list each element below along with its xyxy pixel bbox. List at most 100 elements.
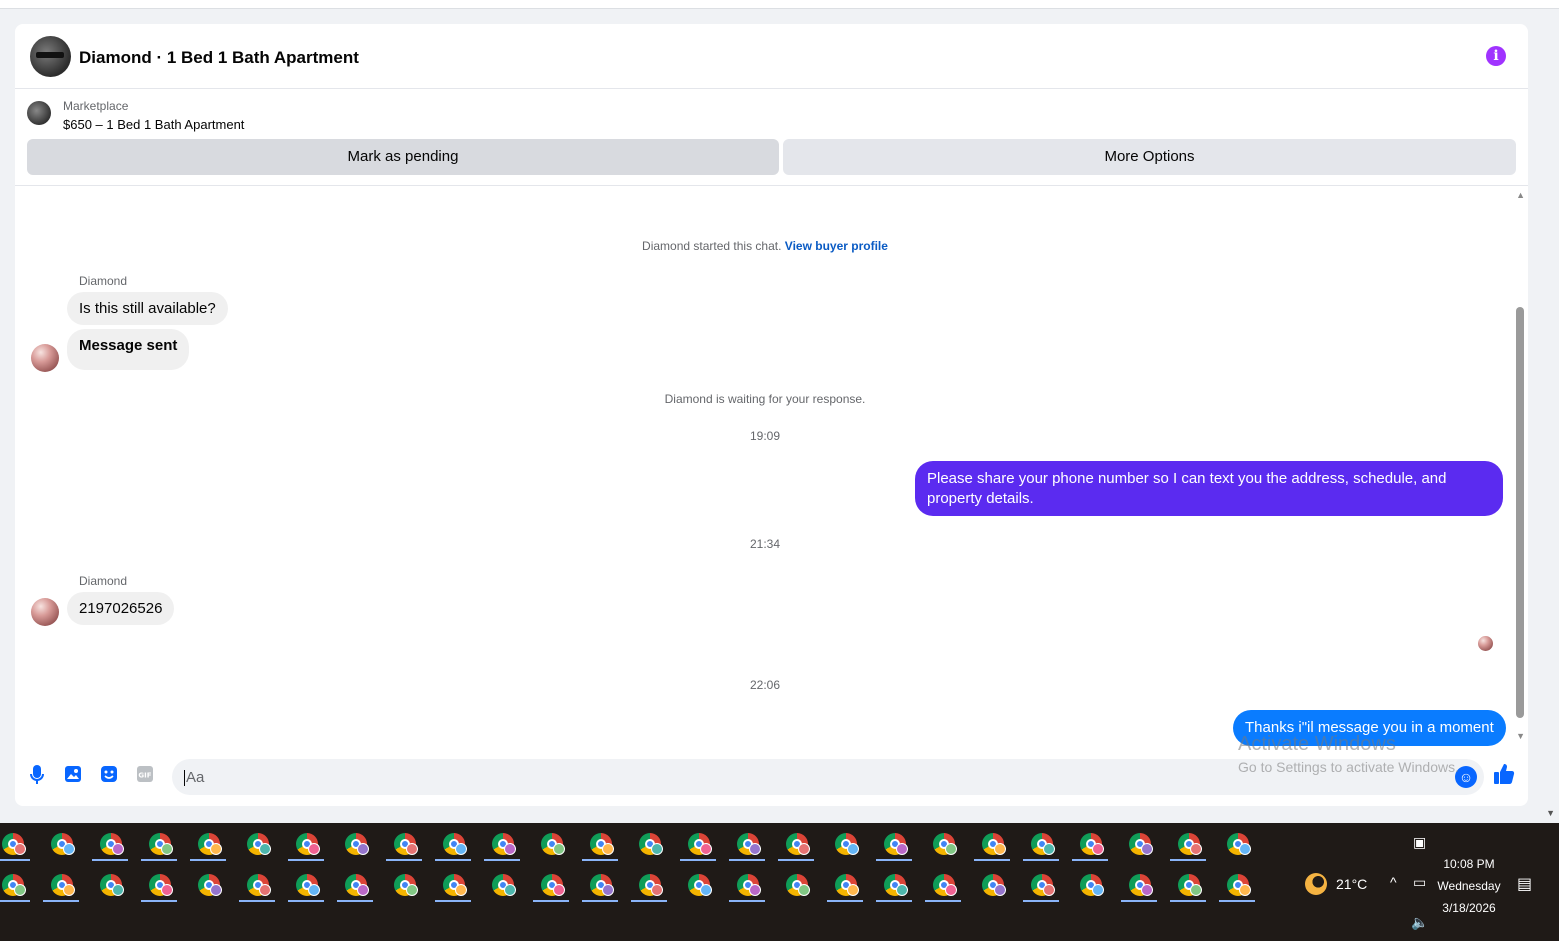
info-icon[interactable]: i xyxy=(1486,46,1506,66)
taskbar-chrome-icon[interactable] xyxy=(727,825,767,861)
taskbar-chrome-icon[interactable] xyxy=(433,825,473,861)
outgoing-message[interactable]: Please share your phone number so I can … xyxy=(915,461,1503,516)
taskbar-chrome-icon[interactable] xyxy=(678,866,718,902)
taskbar-chrome-icon[interactable] xyxy=(1217,866,1257,902)
thread-scrollbar[interactable] xyxy=(1543,163,1555,723)
profile-badge-icon xyxy=(602,884,614,896)
notification-icon[interactable]: ▤ xyxy=(1517,874,1532,894)
profile-badge-icon xyxy=(1092,843,1104,855)
taskbar-chrome-icon[interactable] xyxy=(776,866,816,902)
sender-avatar[interactable] xyxy=(31,344,59,372)
taskbar-chrome-icon[interactable] xyxy=(90,866,130,902)
chevron-up-icon[interactable]: ^ xyxy=(1390,874,1397,890)
listing-avatar[interactable] xyxy=(30,36,71,77)
taskbar-chrome-icon[interactable] xyxy=(90,825,130,861)
scrollbar-thumb[interactable] xyxy=(1516,307,1524,718)
taskbar-chrome-icon[interactable] xyxy=(874,866,914,902)
volume-icon[interactable]: 🔈 xyxy=(1411,914,1428,931)
open-window-indicator xyxy=(974,859,1010,861)
taskbar-chrome-icon[interactable] xyxy=(482,825,522,861)
taskbar-chrome-icon[interactable] xyxy=(1217,825,1257,861)
taskbar-chrome-icon[interactable] xyxy=(188,825,228,861)
taskbar-clock[interactable]: 10:08 PM Wednesday 3/18/2026 xyxy=(1436,853,1502,919)
taskbar-chrome-icon[interactable] xyxy=(825,866,865,902)
taskbar-chrome-icon[interactable] xyxy=(384,866,424,902)
taskbar-chrome-icon[interactable] xyxy=(237,825,277,861)
taskbar-chrome-icon[interactable] xyxy=(727,866,767,902)
taskbar-chrome-icon[interactable] xyxy=(678,825,718,861)
taskbar-chrome-icon[interactable] xyxy=(923,825,963,861)
taskbar-chrome-icon[interactable] xyxy=(1070,866,1110,902)
taskbar-chrome-icon[interactable] xyxy=(825,825,865,861)
taskbar-chrome-icon[interactable] xyxy=(188,866,228,902)
profile-badge-icon xyxy=(63,884,75,896)
taskbar-chrome-icon[interactable] xyxy=(629,825,669,861)
taskbar-chrome-icon[interactable] xyxy=(433,866,473,902)
temperature[interactable]: 21°C xyxy=(1336,876,1367,892)
taskbar-chrome-icon[interactable] xyxy=(531,866,571,902)
meet-now-icon[interactable]: ▣ xyxy=(1413,834,1426,851)
taskbar-chrome-icon[interactable] xyxy=(286,825,326,861)
taskbar-chrome-icon[interactable] xyxy=(972,825,1012,861)
taskbar-chrome-icon[interactable] xyxy=(923,866,963,902)
profile-badge-icon xyxy=(1141,843,1153,855)
profile-badge-icon xyxy=(798,843,810,855)
marketplace-item-title[interactable]: $650 – 1 Bed 1 Bath Apartment xyxy=(63,117,244,132)
taskbar-chrome-icon[interactable] xyxy=(1168,825,1208,861)
taskbar-chrome-icon[interactable] xyxy=(629,866,669,902)
mark-as-pending-button[interactable]: Mark as pending xyxy=(27,139,779,175)
thumbs-up-icon[interactable] xyxy=(1493,763,1515,791)
more-options-button[interactable]: More Options xyxy=(783,139,1516,175)
open-window-indicator xyxy=(190,859,226,861)
activate-windows-hint: Go to Settings to activate Windows. xyxy=(1238,759,1459,775)
taskbar-chrome-icon[interactable] xyxy=(1119,866,1159,902)
taskbar-chrome-icon[interactable] xyxy=(580,866,620,902)
taskbar-chrome-icon[interactable] xyxy=(531,825,571,861)
taskbar-chrome-icon[interactable] xyxy=(1070,825,1110,861)
gif-icon[interactable]: GIF xyxy=(134,765,156,787)
profile-badge-icon xyxy=(553,884,565,896)
taskbar-chrome-icon[interactable] xyxy=(1021,866,1061,902)
message-thread[interactable]: Diamond started this chat. View buyer pr… xyxy=(15,187,1528,747)
marketplace-item-thumbnail[interactable] xyxy=(27,101,51,125)
taskbar-chrome-icon[interactable] xyxy=(335,825,375,861)
taskbar-chrome-icon[interactable] xyxy=(384,825,424,861)
network-icon[interactable]: ▭ xyxy=(1413,874,1426,891)
open-window-indicator xyxy=(729,859,765,861)
marketplace-label: Marketplace xyxy=(63,99,129,113)
taskbar-chrome-icon[interactable] xyxy=(972,866,1012,902)
photo-icon[interactable] xyxy=(62,765,84,787)
scroll-down-arrow[interactable]: ▼ xyxy=(1516,731,1525,741)
taskbar-chrome-icon[interactable] xyxy=(0,866,32,902)
taskbar-chrome-icon[interactable] xyxy=(1119,825,1159,861)
taskbar-chrome-icon[interactable] xyxy=(41,866,81,902)
scroll-up-arrow[interactable]: ▲ xyxy=(1516,190,1525,200)
page-scroll-down-arrow[interactable]: ▼ xyxy=(1546,808,1555,818)
microphone-icon[interactable] xyxy=(26,765,48,787)
incoming-message[interactable]: 2197026526 xyxy=(67,592,175,625)
open-window-indicator xyxy=(1121,900,1157,902)
taskbar-chrome-icon[interactable] xyxy=(776,825,816,861)
chat-title[interactable]: Diamond · 1 Bed 1 Bath Apartment xyxy=(79,48,359,68)
taskbar-chrome-icon[interactable] xyxy=(286,866,326,902)
sender-avatar[interactable] xyxy=(31,598,59,626)
text-caret xyxy=(184,770,185,787)
weather-icon[interactable] xyxy=(1305,873,1327,895)
taskbar-chrome-icon[interactable] xyxy=(1168,866,1208,902)
taskbar-chrome-icon[interactable] xyxy=(237,866,277,902)
taskbar-chrome-icon[interactable] xyxy=(139,825,179,861)
sticker-icon[interactable] xyxy=(98,765,120,787)
taskbar-chrome-icon[interactable] xyxy=(41,825,81,861)
taskbar-chrome-icon[interactable] xyxy=(482,866,522,902)
taskbar-chrome-icon[interactable] xyxy=(139,866,179,902)
taskbar-chrome-icon[interactable] xyxy=(874,825,914,861)
view-buyer-profile-link[interactable]: View buyer profile xyxy=(785,239,888,253)
incoming-message[interactable]: Message sent xyxy=(67,329,190,370)
profile-badge-icon xyxy=(896,884,908,896)
incoming-message[interactable]: Is this still available? xyxy=(67,292,228,325)
taskbar-chrome-icon[interactable] xyxy=(1021,825,1061,861)
taskbar-chrome-icon[interactable] xyxy=(0,825,32,861)
marketplace-panel: Marketplace $650 – 1 Bed 1 Bath Apartmen… xyxy=(15,90,1528,186)
taskbar-chrome-icon[interactable] xyxy=(580,825,620,861)
taskbar-chrome-icon[interactable] xyxy=(335,866,375,902)
